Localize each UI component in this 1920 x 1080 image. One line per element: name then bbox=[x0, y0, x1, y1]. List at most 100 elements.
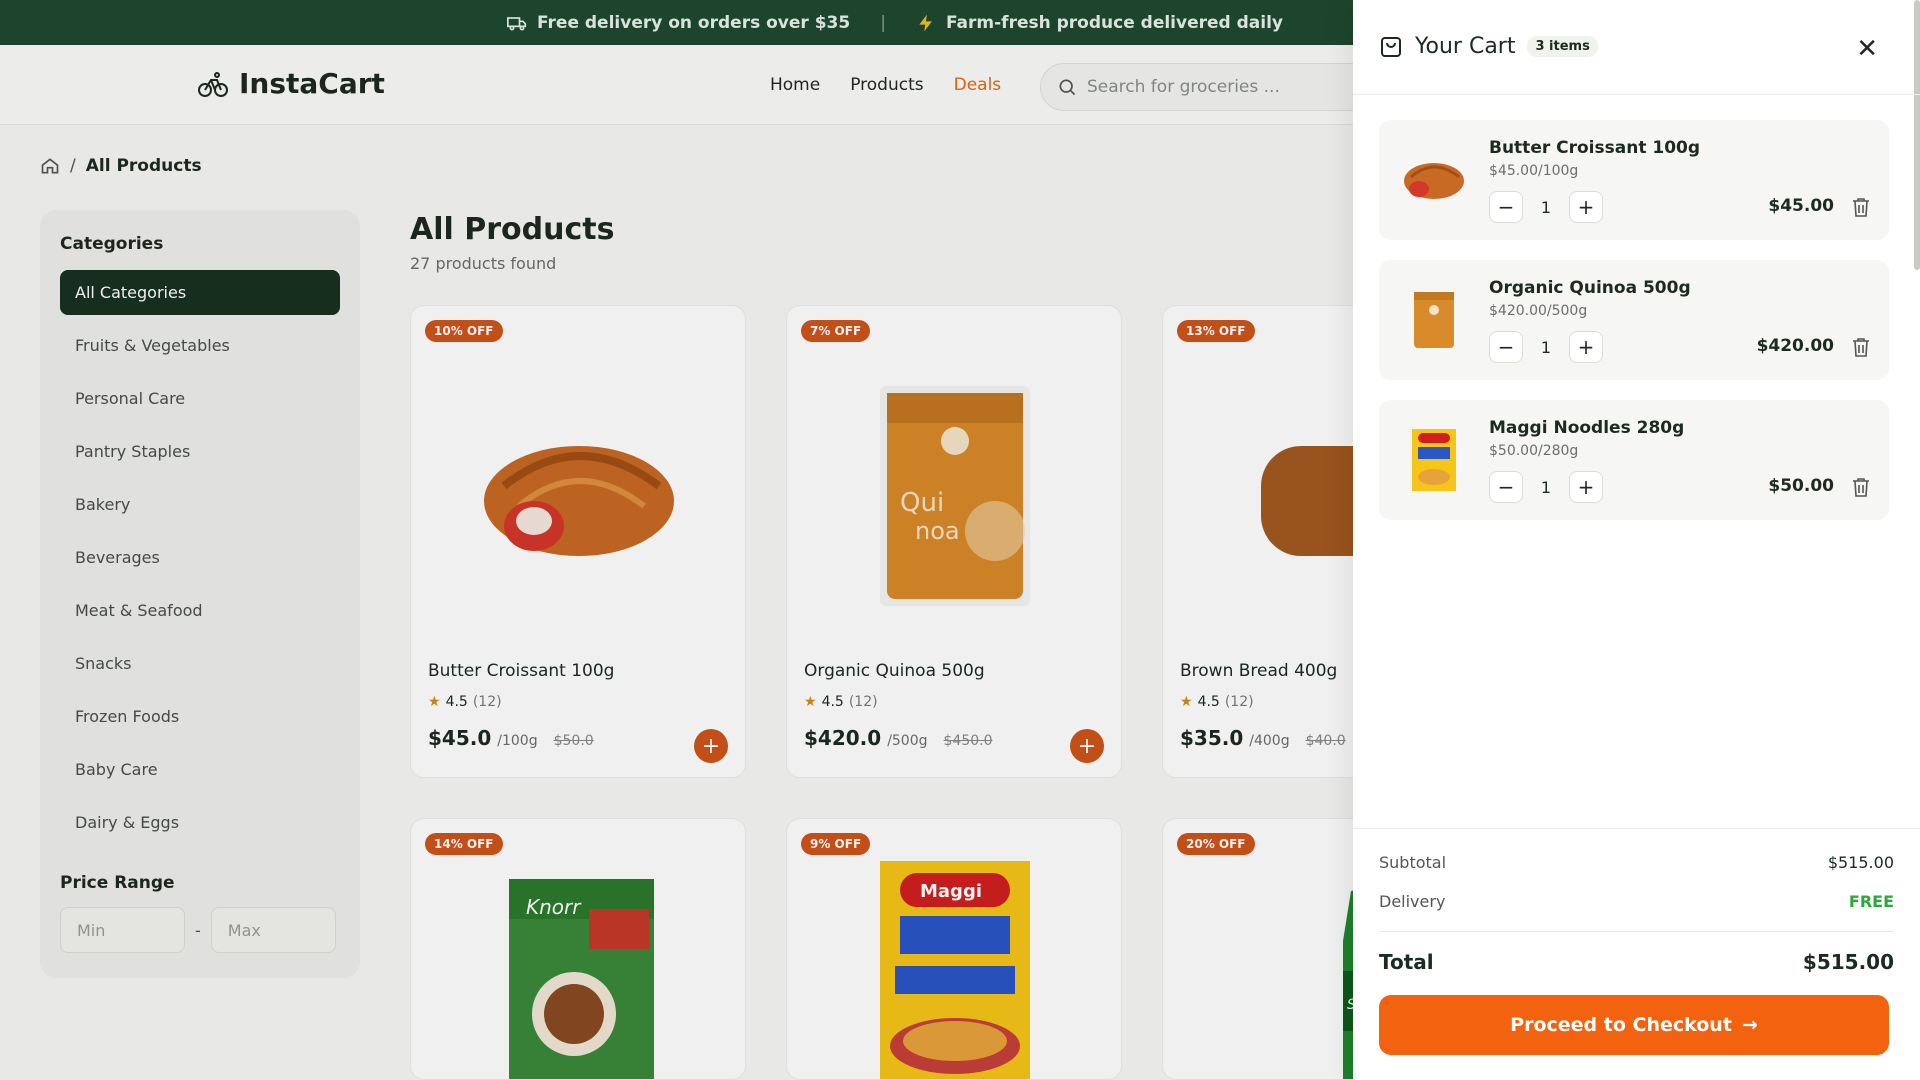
product-name[interactable]: Brown Bread 400g bbox=[1180, 661, 1337, 681]
category-all[interactable]: All Categories bbox=[60, 270, 340, 315]
original-price: $450.0 bbox=[943, 733, 993, 749]
rating-value: 4.5 bbox=[821, 694, 844, 710]
cart-drawer: Your Cart 3 items ✕ Butter Croissant 100… bbox=[1353, 0, 1920, 1080]
checkout-label: Proceed to Checkout bbox=[1510, 1014, 1732, 1036]
checkout-button[interactable]: Proceed to Checkout → bbox=[1379, 995, 1889, 1055]
search-placeholder: Search for groceries ... bbox=[1087, 77, 1280, 97]
category-personal-care[interactable]: Personal Care bbox=[60, 376, 340, 421]
product-image: Knorr bbox=[411, 869, 745, 1079]
nav-deals[interactable]: Deals bbox=[954, 75, 1002, 95]
product-rating: ★ 4.5 (12) bbox=[1180, 694, 1254, 710]
product-price: $420.0 /500g $450.0 bbox=[804, 726, 993, 750]
discount-badge: 10% OFF bbox=[425, 320, 503, 342]
item-unit-price: $45.00/100g bbox=[1489, 163, 1579, 179]
cart-item: Organic Quinoa 500g $420.00/500g − 1 + $… bbox=[1379, 260, 1889, 380]
add-to-cart-button[interactable]: + bbox=[1070, 729, 1104, 763]
cart-item: Maggi Noodles 280g $50.00/280g − 1 + $50… bbox=[1379, 400, 1889, 520]
trash-icon[interactable] bbox=[1851, 196, 1871, 218]
quantity-stepper: − 1 + bbox=[1489, 331, 1603, 363]
increase-button[interactable]: + bbox=[1569, 471, 1603, 503]
svg-text:Knorr: Knorr bbox=[526, 895, 582, 919]
decrease-button[interactable]: − bbox=[1489, 471, 1523, 503]
product-name[interactable]: Butter Croissant 100g bbox=[428, 661, 614, 681]
home-icon[interactable] bbox=[40, 156, 60, 176]
bolt-icon bbox=[919, 14, 932, 31]
category-dairy-eggs[interactable]: Dairy & Eggs bbox=[60, 800, 340, 845]
total-value: $515.00 bbox=[1802, 950, 1894, 974]
product-name[interactable]: Organic Quinoa 500g bbox=[804, 661, 985, 681]
review-count: (12) bbox=[1224, 694, 1254, 710]
trash-icon[interactable] bbox=[1851, 476, 1871, 498]
add-to-cart-button[interactable]: + bbox=[694, 729, 728, 763]
category-bakery[interactable]: Bakery bbox=[60, 482, 340, 527]
truck-icon bbox=[507, 16, 527, 30]
product-rating: ★ 4.5 (12) bbox=[428, 694, 502, 710]
increase-button[interactable]: + bbox=[1569, 331, 1603, 363]
product-card[interactable]: 10% OFF Butter Croissant 100g ★ 4.5 (12)… bbox=[410, 305, 746, 778]
product-rating: ★ 4.5 (12) bbox=[804, 694, 878, 710]
category-meat-seafood[interactable]: Meat & Seafood bbox=[60, 588, 340, 633]
close-icon[interactable]: ✕ bbox=[1856, 34, 1878, 64]
quantity-value: 1 bbox=[1540, 337, 1552, 357]
product-card[interactable]: 9% OFF Maggi bbox=[786, 818, 1122, 1080]
category-baby-care[interactable]: Baby Care bbox=[60, 747, 340, 792]
breadcrumb-separator: / bbox=[70, 156, 76, 176]
current-price: $420.0 bbox=[804, 726, 882, 750]
min-price-input[interactable]: Min bbox=[60, 907, 185, 953]
item-thumbnail bbox=[1399, 140, 1469, 220]
cart-title: Your Cart 3 items bbox=[1379, 34, 1598, 59]
fresh-text: Farm-fresh produce delivered daily bbox=[945, 12, 1283, 33]
discount-badge: 9% OFF bbox=[801, 833, 871, 855]
item-unit-price: $420.00/500g bbox=[1489, 303, 1588, 319]
discount-badge: 7% OFF bbox=[801, 320, 871, 342]
cart-title-text: Your Cart bbox=[1415, 34, 1516, 59]
item-total: $50.00 bbox=[1768, 476, 1834, 496]
product-card[interactable]: 14% OFF Knorr bbox=[410, 818, 746, 1080]
decrease-button[interactable]: − bbox=[1489, 191, 1523, 223]
category-snacks[interactable]: Snacks bbox=[60, 641, 340, 686]
nav-products[interactable]: Products bbox=[850, 75, 923, 95]
category-beverages[interactable]: Beverages bbox=[60, 535, 340, 580]
trash-icon[interactable] bbox=[1851, 336, 1871, 358]
rating-value: 4.5 bbox=[1197, 694, 1220, 710]
product-price: $45.0 /100g $50.0 bbox=[428, 726, 594, 750]
quantity-stepper: − 1 + bbox=[1489, 191, 1603, 223]
category-frozen-foods[interactable]: Frozen Foods bbox=[60, 694, 340, 739]
shopping-bag-icon bbox=[1381, 36, 1401, 57]
cart-item: Butter Croissant 100g $45.00/100g − 1 + … bbox=[1379, 120, 1889, 240]
bicycle-icon bbox=[198, 71, 228, 97]
current-price: $35.0 bbox=[1180, 726, 1244, 750]
brand-logo[interactable]: InstaCart bbox=[197, 67, 385, 100]
delivery-label: Delivery bbox=[1379, 892, 1446, 911]
current-price: $45.0 bbox=[428, 726, 492, 750]
svg-text:Maggi: Maggi bbox=[920, 881, 982, 902]
quantity-value: 1 bbox=[1540, 197, 1552, 217]
increase-button[interactable]: + bbox=[1569, 191, 1603, 223]
review-count: (12) bbox=[472, 694, 502, 710]
discount-badge: 14% OFF bbox=[425, 833, 503, 855]
item-name: Maggi Noodles 280g bbox=[1489, 418, 1685, 438]
subtotal-value: $515.00 bbox=[1827, 853, 1894, 872]
brand-name: InstaCart bbox=[239, 67, 385, 100]
item-name: Butter Croissant 100g bbox=[1489, 138, 1701, 158]
quantity-value: 1 bbox=[1540, 477, 1552, 497]
max-price-input[interactable]: Max bbox=[210, 907, 336, 953]
product-price: $35.0 /400g $40.0 bbox=[1180, 726, 1346, 750]
item-name: Organic Quinoa 500g bbox=[1489, 278, 1691, 298]
total-row: Total $515.00 bbox=[1379, 950, 1894, 974]
star-icon: ★ bbox=[1180, 694, 1193, 710]
search-icon bbox=[1059, 79, 1076, 96]
product-card[interactable]: 7% OFF Qui noa Organic Quinoa 500g ★ 4.5… bbox=[786, 305, 1122, 778]
decrease-button[interactable]: − bbox=[1489, 331, 1523, 363]
total-label: Total bbox=[1379, 950, 1434, 974]
category-fruits-vegetables[interactable]: Fruits & Vegetables bbox=[60, 323, 340, 368]
cart-count-badge: 3 items bbox=[1527, 36, 1598, 57]
item-total: $45.00 bbox=[1768, 196, 1834, 216]
divider bbox=[1379, 931, 1894, 932]
separator: | bbox=[880, 12, 886, 33]
nav-home[interactable]: Home bbox=[770, 75, 820, 95]
svg-text:Qui: Qui bbox=[900, 488, 944, 518]
item-thumbnail bbox=[1399, 420, 1469, 500]
category-pantry-staples[interactable]: Pantry Staples bbox=[60, 429, 340, 474]
order-summary: Subtotal $515.00 Delivery FREE Total $51… bbox=[1353, 828, 1920, 974]
